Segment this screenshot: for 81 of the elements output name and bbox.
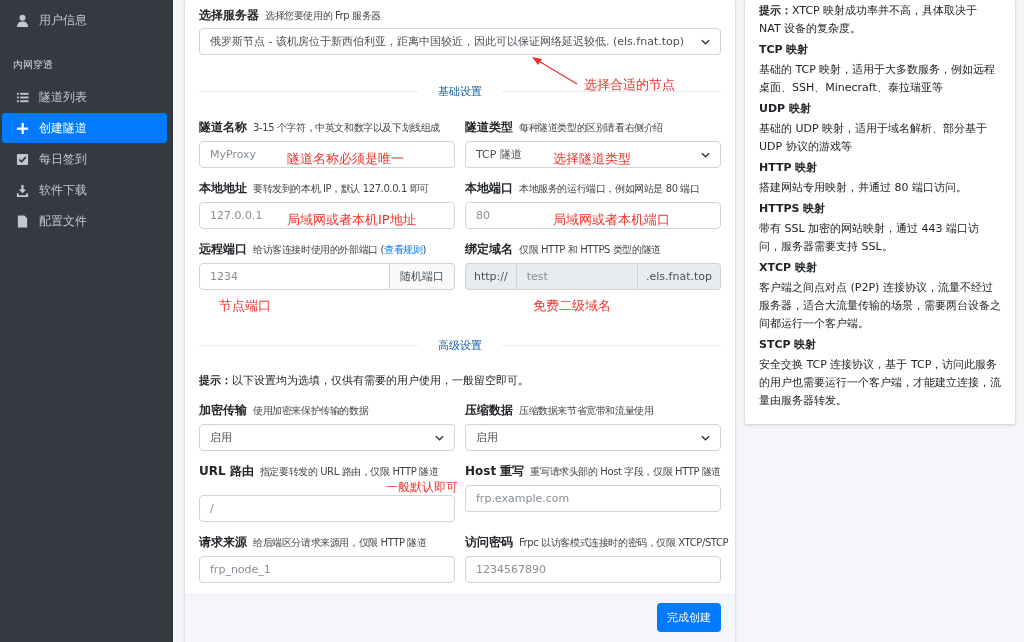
sidebar-section-title: 内网穿透 — [12, 58, 54, 72]
help-heading: TCP 映射 — [759, 42, 810, 57]
select-field[interactable]: 启用 — [465, 424, 721, 451]
tip-text: 提示：以下设置均为选填，仅供有需要的用户使用，一般留空即可。 — [199, 373, 530, 388]
annotation-text: 隧道名称必须是唯一 — [287, 150, 404, 168]
field-label: 访问密码 — [465, 534, 513, 551]
field-hint: 3-15 个字符，中英文和数字以及下划线组成 — [253, 121, 441, 135]
caret-icon — [435, 434, 444, 441]
help-heading: HTTPS 映射 — [759, 201, 827, 216]
field-label: 请求来源 — [199, 534, 247, 551]
select-field[interactable]: 启用 — [199, 424, 455, 451]
sidebar-item[interactable]: 隧道列表 — [2, 82, 167, 112]
input-prefix: http:// — [465, 263, 516, 290]
caret-icon — [701, 434, 710, 441]
input-field[interactable]: frp_node_1 — [199, 556, 455, 583]
field-hint: 给访客连接时使用的外部端口 (查看规则) — [253, 243, 426, 257]
annotation-text: 局域网或者本机IP地址 — [287, 211, 416, 229]
help-text: 安全交换 TCP 连接协议，基于 TCP，访问此服务的用户也需要运行一个客户端，才能建立连接，流量由服务器转发。 — [759, 357, 1001, 409]
section-divider-title: 基础设置 — [437, 84, 483, 99]
file-icon — [16, 214, 29, 228]
help-text: 客户端之间点对点 (P2P) 连接协议，流量不经过服务器，适合大流量传输的场景，需要两台设备之间都运行一个客户端。 — [759, 280, 1001, 332]
field-hint: 选择您要使用的 Frp 服务器 — [265, 9, 381, 23]
field-hint: 给后端区分请求来源用，仅限 HTTP 隧道 — [253, 536, 427, 550]
input-field[interactable]: / — [199, 495, 455, 522]
field-label: 本地地址 — [199, 180, 247, 197]
help-tip: 提示：XTCP 映射成功率并不高，具体取决于 NAT 设备的复杂度。 — [759, 3, 979, 37]
annotation-text: 局域网或者本机端口 — [553, 211, 670, 229]
caret-icon — [701, 151, 710, 158]
field-label: 本地端口 — [465, 180, 513, 197]
section-divider-title: 高级设置 — [437, 338, 483, 353]
help-heading: STCP 映射 — [759, 337, 818, 352]
annotation-text: 免费二级域名 — [533, 298, 611, 313]
input-field[interactable]: frp.example.com — [465, 485, 721, 512]
help-text: 基础的 UDP 映射，适用于域名解析、部分基于 UDP 协议的游戏等 — [759, 121, 989, 155]
input-field[interactable]: 1234567890 — [465, 556, 721, 583]
input-suffix: .els.fnat.top — [638, 263, 721, 290]
field-hint: 使用加密来保护传输的数据 — [253, 404, 369, 418]
annotation-text: 选择隧道类型 — [553, 150, 631, 168]
sidebar-item[interactable]: 创建隧道 — [2, 113, 167, 143]
field-hint: 每种隧道类型的区别请看右侧介绍 — [519, 121, 663, 135]
field-label: 远程端口 — [199, 241, 247, 258]
field-label: URL 路由 — [199, 463, 254, 480]
annotation-text: 节点端口 — [219, 298, 271, 313]
sidebar-item[interactable]: 配置文件 — [2, 206, 167, 236]
random-port-button[interactable]: 随机端口 — [390, 263, 455, 290]
help-text: 基础的 TCP 映射，适用于大多数服务，例如远程桌面、SSH、Minecraft、泰拉瑞亚等 — [759, 62, 997, 96]
annotation-text: 一般默认即可 — [386, 481, 458, 494]
field-label: 选择服务器 — [199, 7, 259, 24]
field-label: Host 重写 — [465, 463, 525, 480]
field-label: 隧道类型 — [465, 119, 513, 136]
field-hint: Frpc 以访客模式连接时的密码，仅限 XTCP/STCP — [519, 536, 729, 550]
user-icon — [16, 13, 29, 27]
field-hint: 指定要转发的 URL 路由，仅限 HTTP 隧道 — [259, 465, 439, 479]
help-text: 带有 SSL 加密的网站映射，通过 443 端口访问，服务器需要支持 SSL。 — [759, 221, 981, 255]
annotation-arrow — [531, 56, 579, 86]
field-hint: 重写请求头部的 Host 字段，仅限 HTTP 隧道 — [530, 465, 722, 479]
field-label: 隧道名称 — [199, 119, 247, 136]
checkbox-icon — [16, 152, 29, 166]
field-hint: 本地服务的运行端口，例如网站是 80 端口 — [519, 182, 700, 196]
field-label: 绑定域名 — [465, 241, 513, 258]
input-field[interactable]: 1234 — [199, 263, 390, 290]
sidebar-item[interactable]: 用户信息 — [2, 5, 167, 35]
field-label: 加密传输 — [199, 402, 247, 419]
help-heading: UDP 映射 — [759, 101, 812, 116]
field-hint: 压缩数据来节省宽带和流量使用 — [519, 404, 654, 418]
download-icon — [16, 183, 29, 197]
create-button[interactable]: 完成创建 — [657, 603, 721, 632]
field-label: 压缩数据 — [465, 402, 513, 419]
annotation-text: 选择合适的节点 — [584, 76, 675, 94]
help-heading: XTCP 映射 — [759, 260, 818, 275]
sidebar-item[interactable]: 每日签到 — [2, 144, 167, 174]
field-hint: 要转发到的本机 IP，默认 127.0.0.1 即可 — [253, 182, 429, 196]
caret-icon — [701, 38, 710, 45]
rules-link[interactable]: 查看规则 — [384, 244, 423, 255]
help-heading: HTTP 映射 — [759, 160, 819, 175]
list-icon — [16, 90, 29, 104]
server-select[interactable]: 俄罗斯节点 - 该机房位于新西伯利亚，距离中国较近，因此可以保证网络延迟较低. (els.fnat.top) — [199, 28, 721, 55]
plus-icon — [16, 121, 29, 135]
help-text: 搭建网站专用映射，并通过 80 端口访问。 — [759, 180, 968, 196]
sidebar-item[interactable]: 软件下载 — [2, 175, 167, 205]
field-hint: 仅限 HTTP 和 HTTPS 类型的隧道 — [519, 243, 661, 257]
